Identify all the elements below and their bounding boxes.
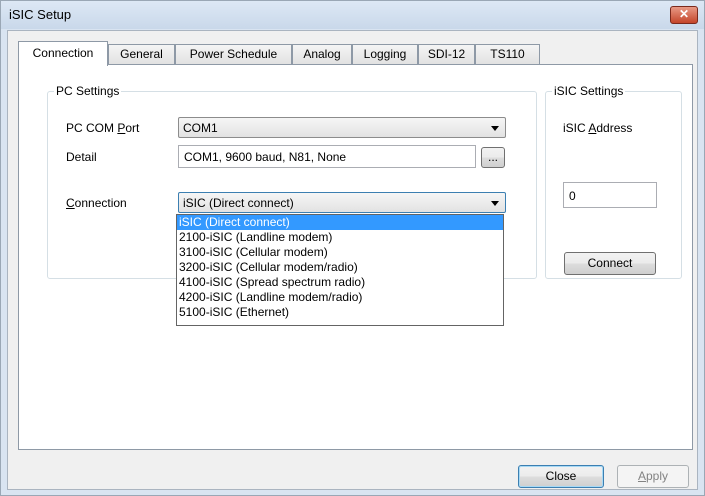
tab-connection[interactable]: Connection (18, 41, 108, 66)
detail-field[interactable]: COM1, 9600 baud, N81, None (178, 145, 476, 168)
close-icon: ✕ (678, 7, 690, 21)
window-title: iSIC Setup (9, 7, 72, 22)
com-port-value: COM1 (183, 121, 218, 135)
connection-label: Connection (66, 196, 127, 210)
tab-sdi-12[interactable]: SDI-12 (418, 44, 475, 64)
isic-settings-title: iSIC Settings (552, 84, 626, 98)
detail-value: COM1, 9600 baud, N81, None (184, 150, 347, 164)
tab-ts110[interactable]: TS110 (475, 44, 540, 64)
connection-option-4100[interactable]: 4100-iSIC (Spread spectrum radio) (177, 275, 503, 290)
tab-label: Connection (32, 46, 94, 60)
connection-option-4200[interactable]: 4200-iSIC (Landline modem/radio) (177, 290, 503, 305)
tab-label: Logging (363, 47, 407, 61)
tab-label: Analog (303, 47, 341, 61)
window-close-button[interactable]: ✕ (670, 6, 698, 24)
tab-analog[interactable]: Analog (292, 44, 352, 64)
isic-address-label: iSIC Address (563, 121, 633, 135)
connection-option-3100[interactable]: 3100-iSIC (Cellular modem) (177, 245, 503, 260)
chevron-down-icon (491, 201, 499, 206)
pc-settings-title: PC Settings (54, 84, 122, 98)
tab-logging[interactable]: Logging (352, 44, 418, 64)
connect-button[interactable]: Connect (564, 252, 656, 275)
tab-label: TS110 (490, 47, 525, 61)
setup-window: iSIC Setup ✕ Connection General Power Sc… (0, 0, 705, 496)
connection-dropdown-list: iSIC (Direct connect) 2100-iSIC (Landlin… (176, 214, 504, 326)
isic-address-value: 0 (569, 189, 576, 203)
tab-label: Power Schedule (189, 47, 278, 61)
chevron-down-icon (491, 126, 499, 131)
connection-option-3200[interactable]: 3200-iSIC (Cellular modem/radio) (177, 260, 503, 275)
connection-value: iSIC (Direct connect) (183, 196, 294, 210)
com-port-select[interactable]: COM1 (178, 117, 506, 138)
detail-label: Detail (66, 150, 97, 164)
close-button[interactable]: Close (518, 465, 604, 488)
connection-option-2100[interactable]: 2100-iSIC (Landline modem) (177, 230, 503, 245)
connection-option-5100[interactable]: 5100-iSIC (Ethernet) (177, 305, 503, 320)
tab-label: General (120, 47, 163, 61)
com-port-label: PC COM Port (66, 121, 140, 135)
connection-select[interactable]: iSIC (Direct connect) (178, 192, 506, 213)
apply-button[interactable]: Apply (617, 465, 689, 488)
detail-browse-button[interactable]: ... (481, 147, 505, 168)
connection-option-direct[interactable]: iSIC (Direct connect) (177, 215, 503, 230)
tab-power-schedule[interactable]: Power Schedule (175, 44, 292, 64)
isic-address-field[interactable]: 0 (563, 182, 657, 208)
tab-label: SDI-12 (427, 47, 466, 61)
title-bar[interactable]: iSIC Setup ✕ (1, 1, 704, 29)
tab-general[interactable]: General (108, 44, 175, 64)
